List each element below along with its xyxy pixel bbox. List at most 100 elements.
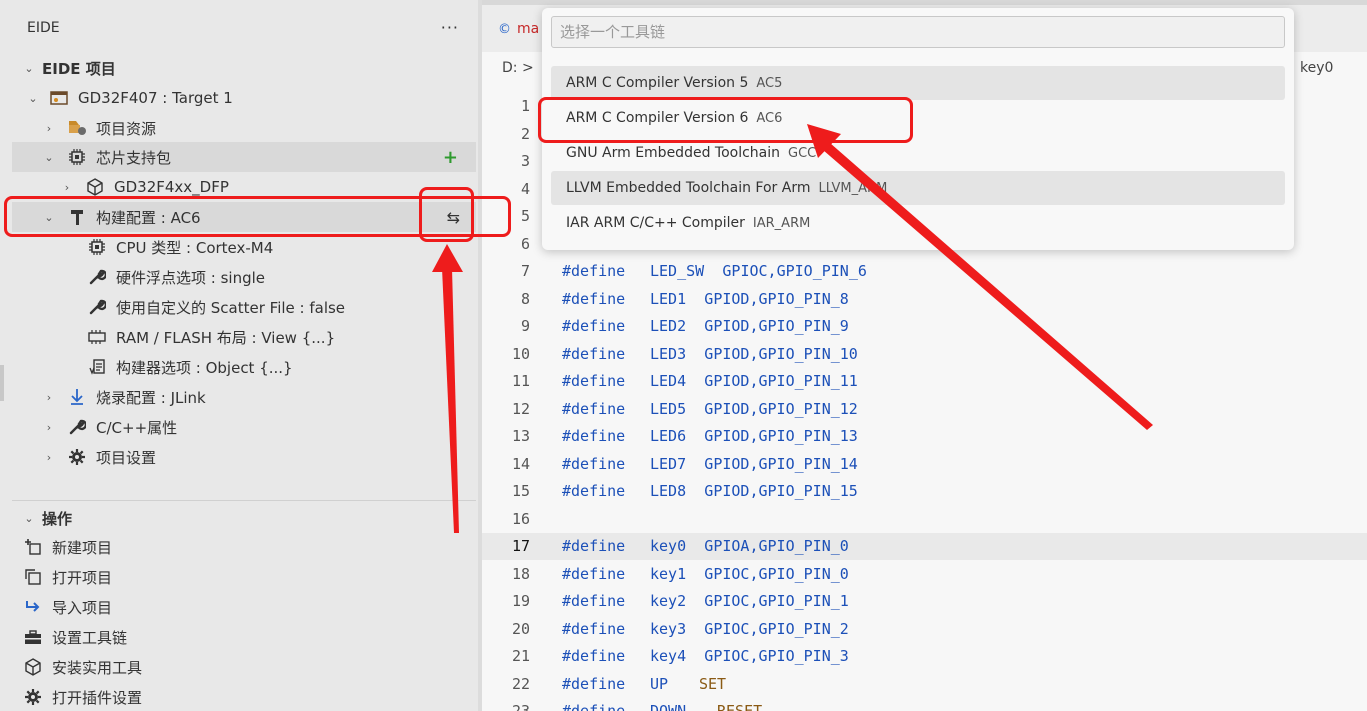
code-line[interactable]: 16 [482, 506, 1367, 533]
op-label: 新建项目 [52, 538, 113, 557]
code-line[interactable]: 10 #define LED3 GPIOD,GPIO_PIN_10 [482, 341, 1367, 368]
define-keyword: #define [562, 317, 626, 335]
op-new-project[interactable]: 新建项目 [12, 532, 476, 562]
op-plugin-settings[interactable]: 打开插件设置 [12, 682, 476, 711]
define-keyword: #define [562, 674, 626, 693]
code-line[interactable]: 21 #define key4 GPIOC,GPIO_PIN_3 [482, 643, 1367, 670]
code-line[interactable]: 9 #define LED2 GPIOD,GPIO_PIN_9 [482, 313, 1367, 340]
op-open-project[interactable]: 打开项目 [12, 562, 476, 592]
tree-item-label: 构建器选项 : Object {...} [116, 358, 293, 377]
macro-value: GPIOA,GPIO_PIN_0 [704, 537, 849, 555]
breadcrumb[interactable]: D: > [502, 60, 534, 76]
section-title: EIDE 项目 [42, 59, 116, 78]
tree-item-packs[interactable]: ⌄ 芯片支持包 + [12, 142, 476, 172]
macro-value: GPIOC,GPIO_PIN_1 [704, 592, 849, 610]
builder-options-icon [86, 357, 108, 377]
macro-name: key3 [650, 619, 687, 638]
toolchain-option[interactable]: ARM C Compiler Version 5 AC5 [551, 66, 1285, 100]
tree-item-cpp-props[interactable]: › C/C++属性 [12, 412, 476, 442]
editor-tab[interactable]: © ma [498, 21, 539, 37]
macro-value: GPIOD,GPIO_PIN_13 [704, 427, 858, 445]
toolchain-search-input[interactable]: 选择一个工具链 [551, 16, 1285, 48]
tab-label: ma [517, 21, 540, 37]
section-eide-projects[interactable]: ⌄ EIDE 项目 [12, 53, 476, 83]
tree-item-project[interactable]: ⌄ GD32F407 : Target 1 [12, 83, 476, 113]
macro-value: GPIOD,GPIO_PIN_11 [704, 372, 858, 390]
op-install-tools[interactable]: 安装实用工具 [12, 652, 476, 682]
chip-icon [86, 237, 108, 257]
define-keyword: #define [562, 454, 626, 473]
breadcrumb-symbol[interactable]: key0 [1300, 60, 1333, 76]
option-label: IAR ARM C/C++ Compiler [566, 215, 745, 231]
eide-sidebar: EIDE ··· ⌄ EIDE 项目 ⌄ GD32F407 : Target 1… [0, 0, 478, 711]
tree-item-builder-options[interactable]: 构建器选项 : Object {...} [12, 352, 476, 382]
tree-item-fpu[interactable]: 硬件浮点选项 : single [12, 262, 476, 292]
tree-item-label: 使用自定义的 Scatter File : false [116, 298, 346, 317]
code-line[interactable]: 17 #define key0 GPIOA,GPIO_PIN_0 [482, 533, 1367, 560]
code-line[interactable]: 23 #define DOWN RESET [482, 698, 1367, 711]
import-arrow-icon [22, 597, 44, 617]
more-actions-icon[interactable]: ··· [441, 18, 459, 37]
code-line[interactable]: 22 #define UP SET [482, 671, 1367, 698]
line-number: 19 [511, 592, 530, 610]
macro-name: LED7 [650, 454, 687, 473]
op-import-project[interactable]: 导入项目 [12, 592, 476, 622]
code-line[interactable]: 13 #define LED6 GPIOD,GPIO_PIN_13 [482, 423, 1367, 450]
tree-item-label: 项目资源 [96, 119, 157, 138]
line-number: 18 [511, 564, 530, 583]
tree-item-flash-config[interactable]: › 烧录配置 : JLink [12, 382, 476, 412]
code-line[interactable]: 19 #define key2 GPIOC,GPIO_PIN_1 [482, 588, 1367, 615]
code-line[interactable]: 20 #define key3 GPIOC,GPIO_PIN_2 [482, 616, 1367, 643]
wrench-icon [66, 417, 88, 437]
macro-name: LED2 [650, 317, 687, 335]
macro-value: GPIOC,GPIO_PIN_0 [704, 564, 849, 583]
code-line[interactable]: 11 #define LED4 GPIOD,GPIO_PIN_11 [482, 368, 1367, 395]
option-label: LLVM Embedded Toolchain For Arm [566, 180, 811, 196]
macro-value: GPIOD,GPIO_PIN_14 [704, 454, 858, 473]
op-label: 安装实用工具 [52, 658, 143, 677]
activity-bar-indicator [0, 365, 4, 401]
code-line[interactable]: 12 #define LED5 GPIOD,GPIO_PIN_12 [482, 396, 1367, 423]
line-number: 13 [511, 427, 530, 445]
chevron-right-icon: › [46, 121, 52, 135]
package-icon [84, 177, 106, 197]
line-number: 7 [520, 262, 530, 280]
define-keyword: #define [562, 619, 626, 638]
tree-item-scatter[interactable]: 使用自定义的 Scatter File : false [12, 292, 476, 322]
tree-item-ram-flash[interactable]: RAM / FLASH 布局 : View {...} [12, 322, 476, 352]
op-label: 打开插件设置 [52, 688, 143, 707]
op-label: 导入项目 [52, 598, 113, 617]
op-set-toolchain[interactable]: 设置工具链 [12, 622, 476, 652]
memory-icon [86, 327, 108, 347]
option-label: GNU Arm Embedded Toolchain [566, 145, 781, 161]
wrench-icon [86, 267, 108, 287]
code-line[interactable]: 8 #define LED1 GPIOD,GPIO_PIN_8 [482, 286, 1367, 313]
code-line[interactable]: 18 #define key1 GPIOC,GPIO_PIN_0 [482, 561, 1367, 588]
tree-item-project-settings[interactable]: › 项目设置 [12, 442, 476, 472]
macro-name: LED8 [650, 482, 687, 500]
tree-item-resources[interactable]: › 项目资源 [12, 113, 476, 143]
add-pack-button[interactable]: + [443, 147, 458, 168]
code-line[interactable]: 15 #define LED8 GPIOD,GPIO_PIN_15 [482, 478, 1367, 505]
op-label: 打开项目 [52, 568, 113, 587]
line-number: 14 [511, 454, 530, 473]
toolchain-option[interactable]: LLVM Embedded Toolchain For Arm LLVM_ARM [551, 171, 1285, 205]
macro-value: GPIOD,GPIO_PIN_10 [704, 344, 858, 363]
macro-value: GPIOD,GPIO_PIN_8 [704, 289, 849, 308]
define-keyword: #define [562, 564, 626, 583]
macro-value: GPIOC,GPIO_PIN_6 [722, 262, 867, 280]
section-operations[interactable]: ⌄ 操作 [12, 503, 476, 533]
option-label: ARM C Compiler Version 5 [566, 75, 749, 91]
chevron-right-icon: › [64, 180, 70, 194]
macro-name: key2 [650, 592, 687, 610]
line-number: 20 [511, 619, 530, 638]
gear-icon [66, 447, 88, 467]
code-line[interactable]: 14 #define LED7 GPIOD,GPIO_PIN_14 [482, 451, 1367, 478]
gear-icon [22, 687, 44, 707]
define-keyword: #define [562, 702, 626, 711]
toolchain-option[interactable]: IAR ARM C/C++ Compiler IAR_ARM [551, 206, 1285, 240]
code-line[interactable]: 7 #define LED_SW GPIOC,GPIO_PIN_6 [482, 258, 1367, 285]
section-divider [12, 500, 476, 501]
tree-item-label: CPU 类型 : Cortex-M4 [116, 238, 274, 257]
macro-value: GPIOC,GPIO_PIN_2 [704, 619, 849, 638]
